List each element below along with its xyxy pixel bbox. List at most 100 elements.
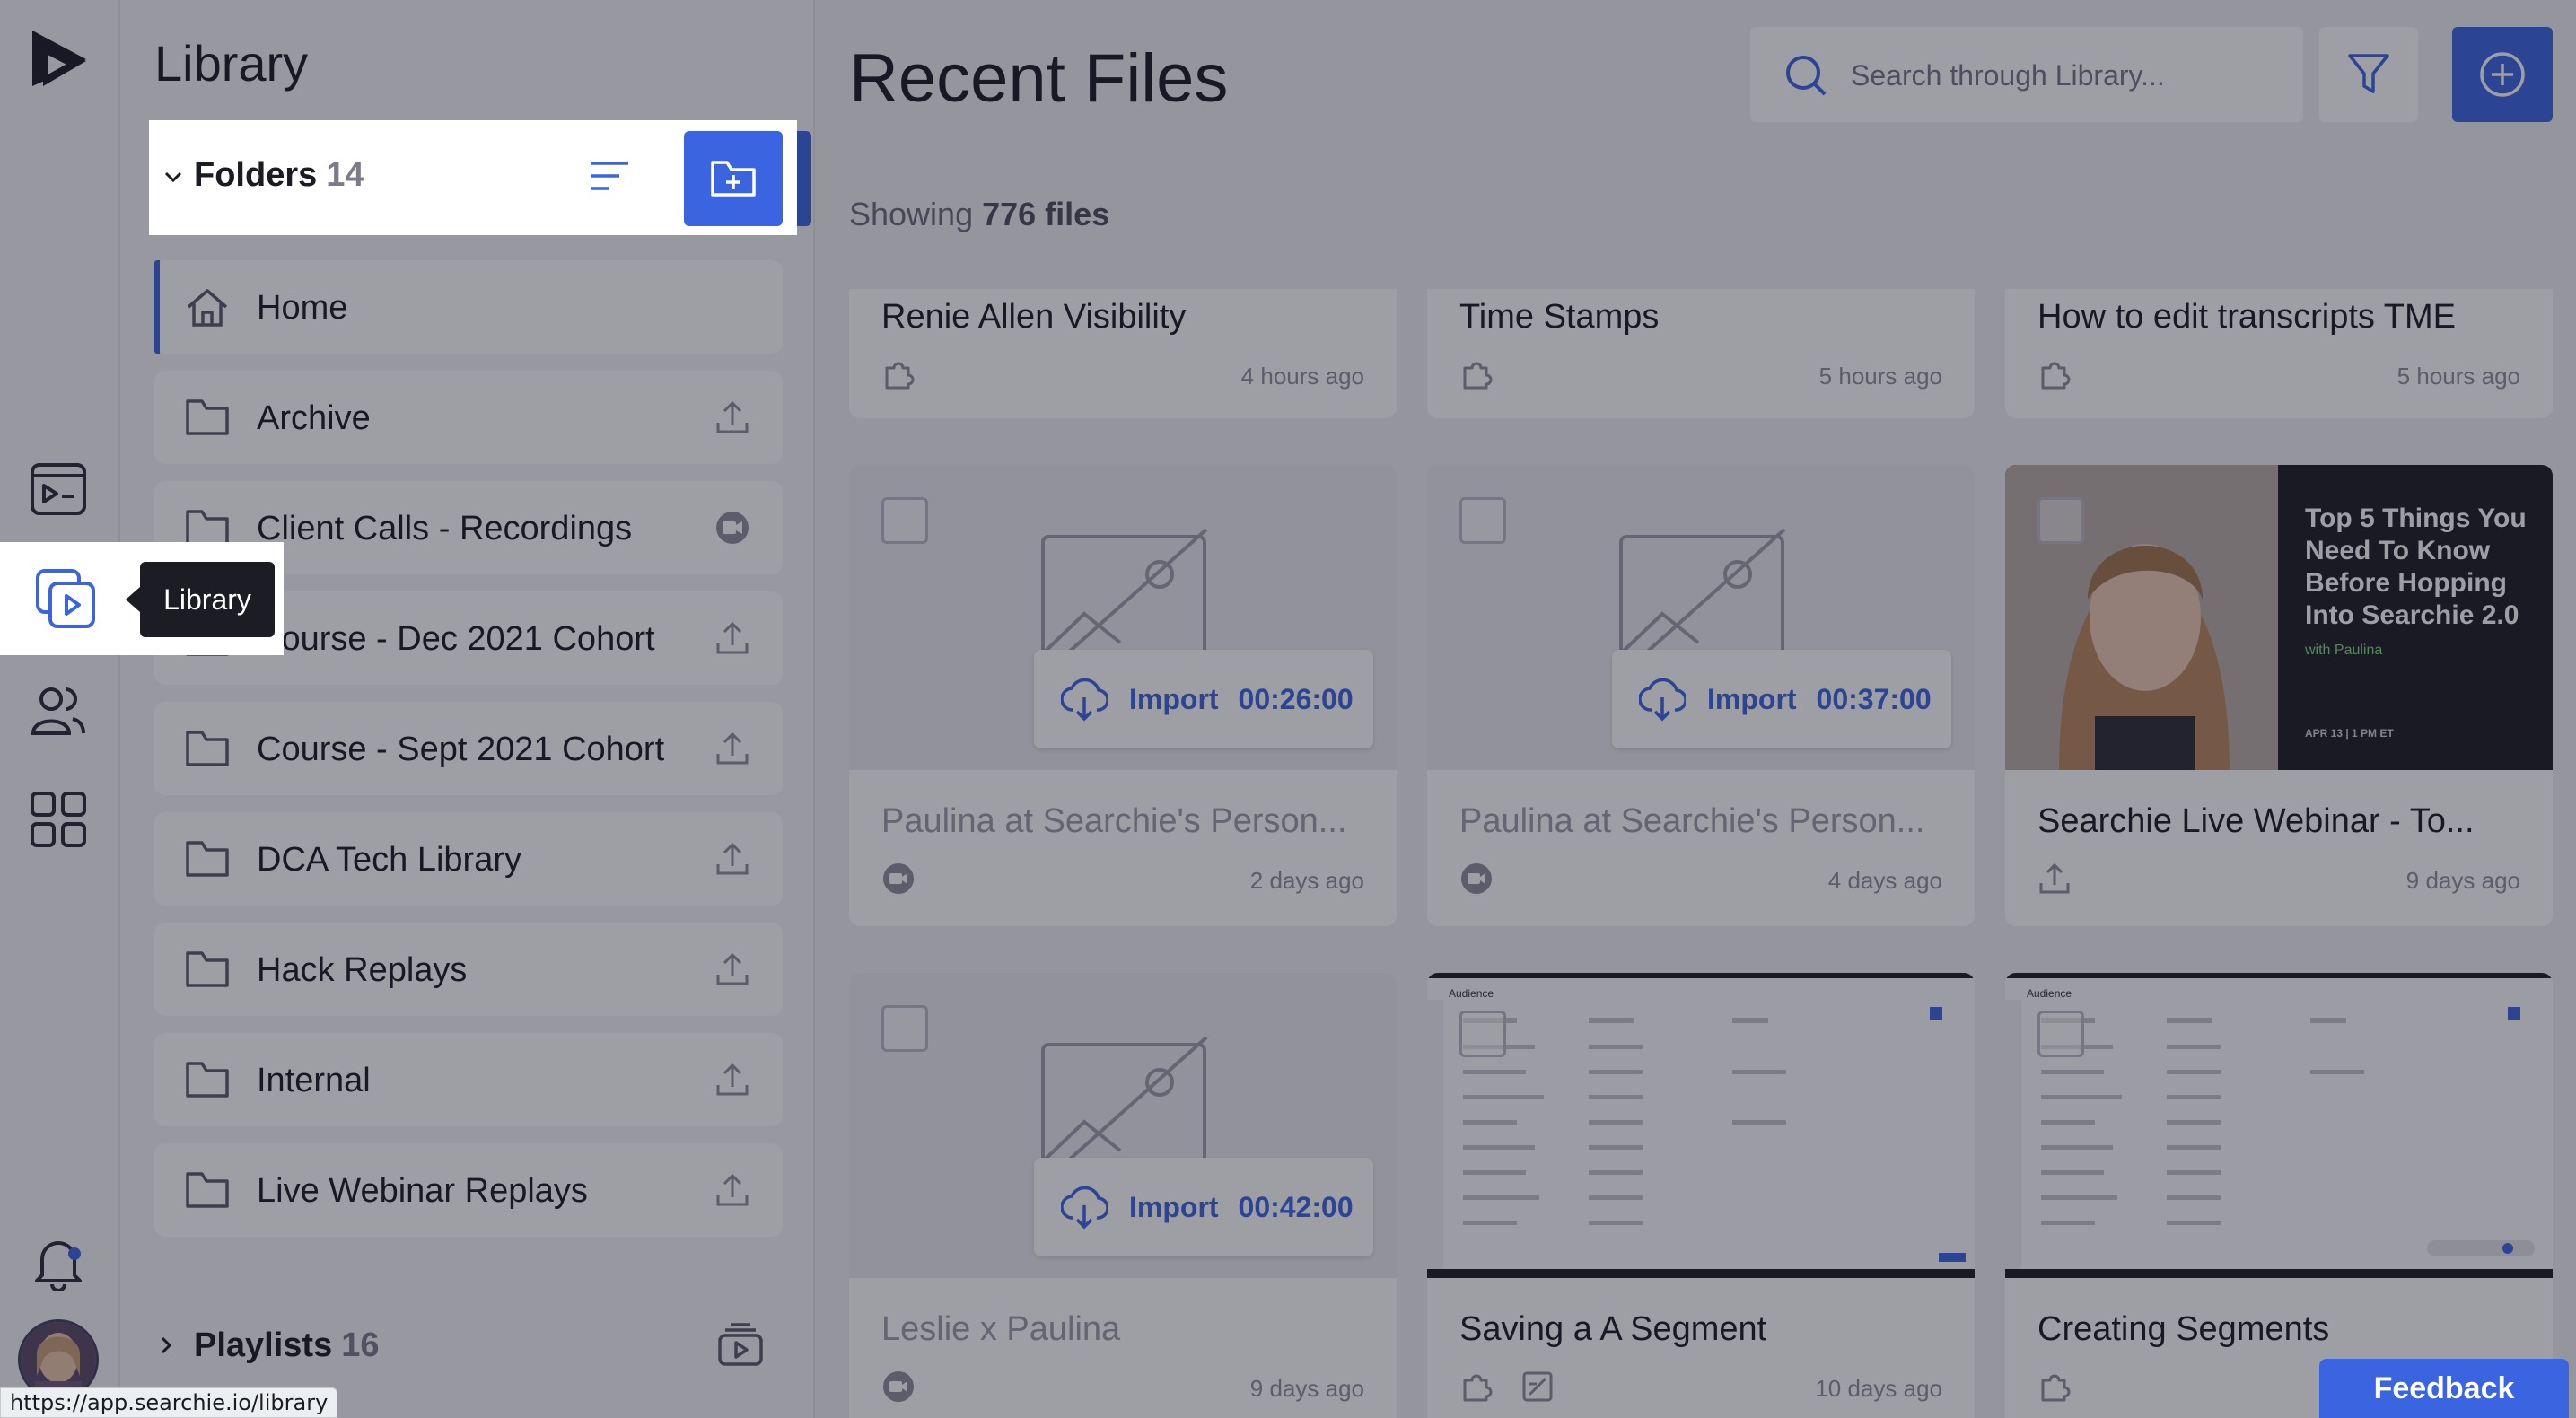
segment-screenshot-image bbox=[1427, 1000, 1966, 1269]
rail-apps-button[interactable] bbox=[18, 779, 99, 860]
card-time: 2 days ago bbox=[1249, 867, 1364, 894]
file-card[interactable]: Audience bbox=[2005, 973, 2553, 1418]
upload-icon[interactable] bbox=[713, 1060, 752, 1099]
rail-notifications-button[interactable] bbox=[18, 1222, 99, 1303]
search-box[interactable] bbox=[1750, 27, 2303, 122]
feedback-button[interactable]: Feedback bbox=[2319, 1359, 2569, 1418]
folder-item[interactable]: Archive bbox=[154, 371, 783, 464]
folder-item[interactable]: Home bbox=[154, 260, 783, 354]
chevron-right-icon[interactable] bbox=[154, 1334, 178, 1357]
search-input[interactable] bbox=[1851, 54, 2282, 97]
library-icon bbox=[36, 569, 95, 628]
import-button[interactable]: Import 00:37:00 bbox=[1612, 650, 1951, 748]
puzzle-icon bbox=[2041, 362, 2071, 390]
upload-icon[interactable] bbox=[713, 398, 752, 437]
audience-icon bbox=[31, 687, 85, 735]
filter-button[interactable] bbox=[2319, 27, 2418, 122]
card-title: Searchie Live Webinar - To... bbox=[2037, 802, 2475, 840]
new-playlist-icon[interactable] bbox=[716, 1323, 765, 1368]
file-card[interactable]: Renie Allen Visibility 4 hours ago bbox=[849, 289, 1397, 418]
upload-icon[interactable] bbox=[713, 729, 752, 768]
cloud-download-icon bbox=[1639, 678, 1686, 722]
folder-icon bbox=[186, 731, 229, 766]
import-label: Import bbox=[1129, 1190, 1219, 1223]
plus-circle-icon bbox=[2480, 52, 2525, 97]
upload-icon[interactable] bbox=[713, 1170, 752, 1210]
folders-toggle-highlight[interactable]: Folders 14 bbox=[194, 156, 364, 195]
sort-icon[interactable] bbox=[587, 156, 632, 197]
card-title: Renie Allen Visibility bbox=[881, 298, 1187, 336]
card-thumbnail: Import 00:26:00 bbox=[849, 465, 1397, 770]
cloud-download-icon bbox=[1061, 678, 1108, 722]
folder-item[interactable]: Internal bbox=[154, 1033, 783, 1126]
import-label: Import bbox=[1129, 682, 1219, 715]
file-card[interactable]: Top 5 Things You Need To Know Before Hop… bbox=[2005, 465, 2553, 926]
folder-name: Archive bbox=[257, 399, 371, 437]
rail-media-button[interactable] bbox=[18, 449, 99, 530]
card-time: 9 days ago bbox=[2405, 867, 2520, 894]
rail-library-button[interactable] bbox=[25, 558, 106, 639]
rail-audience-button[interactable] bbox=[18, 670, 99, 750]
file-card[interactable]: Import 00:26:00 Paulina at Searchie's Pe… bbox=[849, 465, 1397, 926]
searchie-logo-icon[interactable] bbox=[25, 25, 92, 92]
folder-name: Hack Replays bbox=[257, 951, 468, 989]
folder-name: Client Calls - Recordings bbox=[257, 510, 633, 547]
folder-name: Home bbox=[257, 289, 348, 327]
main-content: Recent Files Showing 776 files Renie All… bbox=[815, 0, 2576, 1418]
card-checkbox[interactable] bbox=[881, 1005, 928, 1052]
file-card[interactable]: Audience bbox=[1427, 973, 1975, 1418]
puzzle-icon bbox=[1463, 362, 1493, 390]
video-badge-icon bbox=[883, 1371, 914, 1402]
import-duration: 00:26:00 bbox=[1238, 682, 1354, 715]
folders-header-highlight: Folders 14 bbox=[149, 120, 797, 235]
card-title: Leslie x Paulina bbox=[881, 1310, 1121, 1348]
folder-name: Live Webinar Replays bbox=[257, 1172, 588, 1210]
import-button[interactable]: Import 00:42:00 bbox=[1034, 1158, 1373, 1256]
home-icon bbox=[187, 289, 228, 327]
card-checkbox[interactable] bbox=[2037, 497, 2084, 544]
upload-icon[interactable] bbox=[713, 950, 752, 989]
card-title: Saving a A Segment bbox=[1459, 1310, 1767, 1348]
folder-icon bbox=[186, 399, 229, 435]
file-card[interactable]: How to edit transcripts TME 5 hours ago bbox=[2005, 289, 2553, 418]
upload-icon[interactable] bbox=[713, 839, 752, 879]
file-card[interactable]: Import 00:42:00 Leslie x Paulina 9 days … bbox=[849, 973, 1397, 1418]
folder-item[interactable]: DCA Tech Library bbox=[154, 812, 783, 906]
new-folder-button-highlight[interactable] bbox=[684, 131, 783, 226]
chevron-down-icon[interactable] bbox=[162, 165, 185, 188]
folder-icon bbox=[186, 1062, 229, 1098]
video-badge-icon bbox=[1461, 863, 1492, 894]
showing-prefix: Showing bbox=[849, 196, 974, 232]
card-checkbox[interactable] bbox=[881, 497, 928, 544]
card-title: Creating Segments bbox=[2037, 1310, 2330, 1348]
card-title: Paulina at Searchie's Person... bbox=[881, 802, 1347, 840]
folder-icon bbox=[186, 1172, 229, 1208]
search-icon bbox=[1786, 56, 1827, 96]
upload-icon[interactable] bbox=[713, 618, 752, 658]
cloud-download-icon bbox=[1061, 1186, 1108, 1230]
card-time: 10 days ago bbox=[1815, 1375, 1942, 1402]
playlists-toggle[interactable]: Playlists 16 bbox=[194, 1326, 380, 1365]
folder-item[interactable]: Live Webinar Replays bbox=[154, 1143, 783, 1237]
card-checkbox[interactable] bbox=[1459, 1011, 1506, 1057]
folder-item[interactable]: Course - Sept 2021 Cohort bbox=[154, 702, 783, 795]
card-thumbnail: Import 00:42:00 bbox=[849, 973, 1397, 1278]
card-time: 5 hours ago bbox=[2396, 363, 2520, 390]
add-button[interactable] bbox=[2452, 27, 2553, 122]
file-card[interactable]: Time Stamps 5 hours ago bbox=[1427, 289, 1975, 418]
card-title: How to edit transcripts TME bbox=[2037, 298, 2457, 336]
file-card[interactable]: Import 00:37:00 Paulina at Searchie's Pe… bbox=[1427, 465, 1975, 926]
library-title: Library bbox=[154, 35, 309, 92]
import-duration: 00:37:00 bbox=[1816, 682, 1932, 715]
thumbnail-heading: Top 5 Things You Need To Know Before Hop… bbox=[2305, 503, 2527, 630]
showing-count: Showing 776 files bbox=[849, 196, 1109, 233]
import-button[interactable]: Import 00:26:00 bbox=[1034, 650, 1373, 748]
file-grid: Renie Allen Visibility 4 hours ago Time … bbox=[815, 289, 2576, 1418]
folder-item[interactable]: Hack Replays bbox=[154, 923, 783, 1016]
card-time: 5 hours ago bbox=[1818, 363, 1942, 390]
video-badge-icon[interactable] bbox=[713, 508, 752, 547]
card-thumbnail: Audience bbox=[2005, 973, 2553, 1278]
card-checkbox[interactable] bbox=[2037, 1011, 2084, 1057]
card-checkbox[interactable] bbox=[1459, 497, 1506, 544]
library-tooltip: Library bbox=[126, 562, 275, 637]
